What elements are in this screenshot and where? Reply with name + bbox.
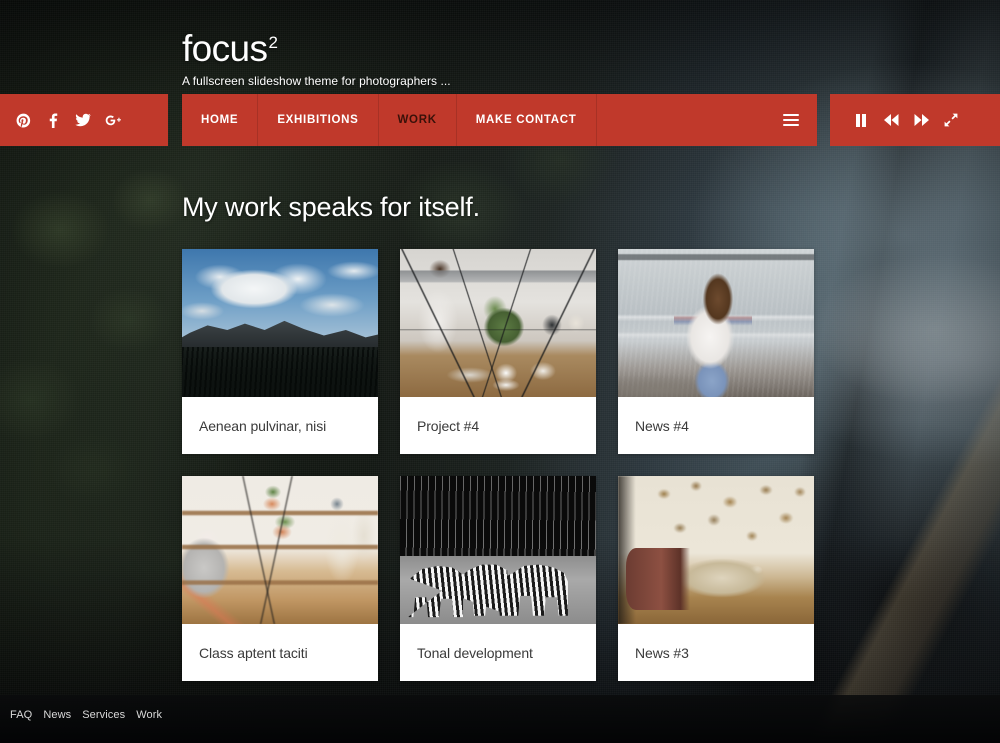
nav-item-work[interactable]: WORK [379, 94, 457, 146]
living-room-interior-photo [182, 476, 378, 624]
rewind-icon[interactable] [882, 111, 900, 129]
work-card-1[interactable]: Aenean pulvinar, nisi [182, 249, 378, 454]
work-card-caption: Project #4 [417, 417, 480, 434]
facebook-icon[interactable] [40, 107, 66, 133]
work-card-2[interactable]: Project #4 [400, 249, 596, 454]
hamburger-bar-2 [783, 119, 799, 121]
pinterest-icon[interactable] [10, 107, 36, 133]
masthead: focus2 A fullscreen slideshow theme for … [182, 30, 451, 88]
work-card-caption: News #4 [635, 417, 689, 434]
work-card-5[interactable]: Tonal development [400, 476, 596, 681]
woman-at-beach-photo [618, 249, 814, 397]
work-card-caption: News #3 [635, 644, 689, 661]
site-logo-text: focus [182, 28, 268, 69]
fast-forward-icon[interactable] [912, 111, 930, 129]
kitchen-terrarium-photo [400, 249, 596, 397]
page-root: focus2 A fullscreen slideshow theme for … [0, 0, 1000, 743]
work-card-caption: Class aptent taciti [199, 644, 308, 661]
work-card-3[interactable]: News #4 [618, 249, 814, 454]
footer-link-news[interactable]: News [43, 709, 71, 721]
zebras-black-and-white-photo [400, 476, 596, 624]
pause-icon[interactable] [852, 111, 870, 129]
slideshow-player-controls [830, 94, 1000, 146]
mountain-landscape-photo [182, 249, 378, 397]
site-logo-superscript: 2 [268, 32, 278, 52]
footer-link-services[interactable]: Services [82, 709, 125, 721]
google-plus-icon[interactable] [100, 107, 126, 133]
hamburger-menu-icon[interactable] [765, 94, 817, 146]
expand-arrows-icon[interactable] [942, 111, 960, 129]
leather-journal-photo [618, 476, 814, 624]
work-grid: Aenean pulvinar, nisi Project #4 News #4… [182, 249, 818, 681]
top-bar-row: HOME EXHIBITIONS WORK MAKE CONTACT [0, 94, 1000, 146]
footer-link-faq[interactable]: FAQ [10, 709, 32, 721]
work-card-caption: Tonal development [417, 644, 533, 661]
social-links-bar [0, 94, 168, 146]
hamburger-bars [783, 111, 799, 129]
work-card-caption: Aenean pulvinar, nisi [199, 417, 327, 434]
site-logo[interactable]: focus2 [182, 30, 451, 67]
footer-bar: FAQ News Services Work [0, 695, 1000, 743]
work-card-4[interactable]: Class aptent taciti [182, 476, 378, 681]
twitter-icon[interactable] [70, 107, 96, 133]
footer-link-work[interactable]: Work [136, 709, 162, 721]
hamburger-bar-1 [783, 114, 799, 116]
nav-item-exhibitions[interactable]: EXHIBITIONS [258, 94, 379, 146]
main-navigation: HOME EXHIBITIONS WORK MAKE CONTACT [182, 94, 817, 146]
work-card-6[interactable]: News #3 [618, 476, 814, 681]
page-title: My work speaks for itself. [182, 192, 480, 222]
main-content: My work speaks for itself. Aenean pulvin… [182, 192, 818, 681]
nav-item-home[interactable]: HOME [182, 94, 259, 146]
hamburger-bar-3 [783, 124, 799, 126]
site-tagline: A fullscreen slideshow theme for photogr… [182, 74, 451, 88]
nav-item-make-contact[interactable]: MAKE CONTACT [457, 94, 597, 146]
